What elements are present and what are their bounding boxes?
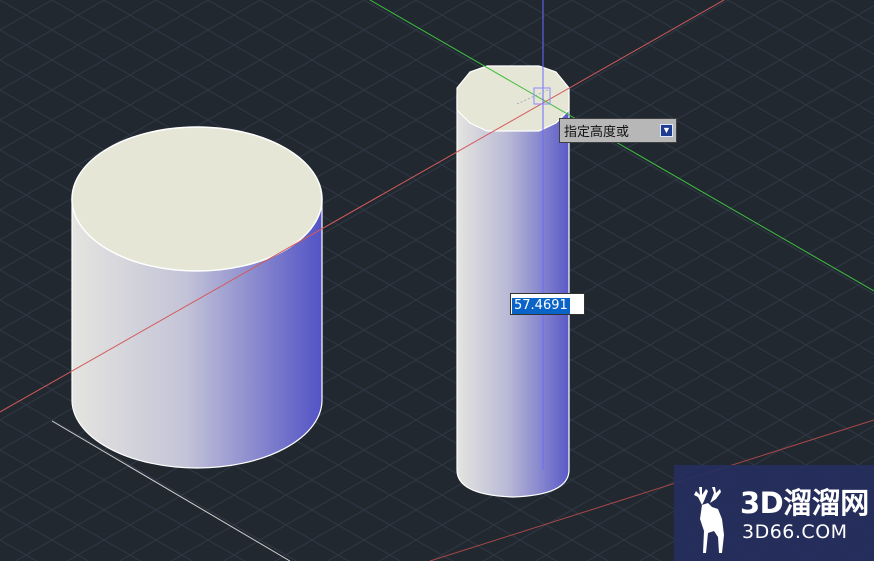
watermark-badge: 3D溜溜网 3D66.COM	[674, 465, 874, 561]
deer-icon	[694, 487, 724, 553]
command-prompt-tooltip: 指定高度或 ▼	[559, 118, 677, 143]
watermark-subtitle: 3D66.COM	[742, 521, 848, 543]
large-cylinder[interactable]	[71, 126, 323, 469]
height-input[interactable]: 57.4691	[510, 293, 585, 315]
watermark-title: 3D溜溜网	[740, 486, 869, 520]
tall-cylinder[interactable]	[456, 65, 570, 498]
prompt-label: 指定高度或	[564, 125, 630, 140]
chevron-down-icon[interactable]: ▼	[660, 124, 673, 137]
height-value[interactable]: 57.4691	[512, 298, 570, 314]
